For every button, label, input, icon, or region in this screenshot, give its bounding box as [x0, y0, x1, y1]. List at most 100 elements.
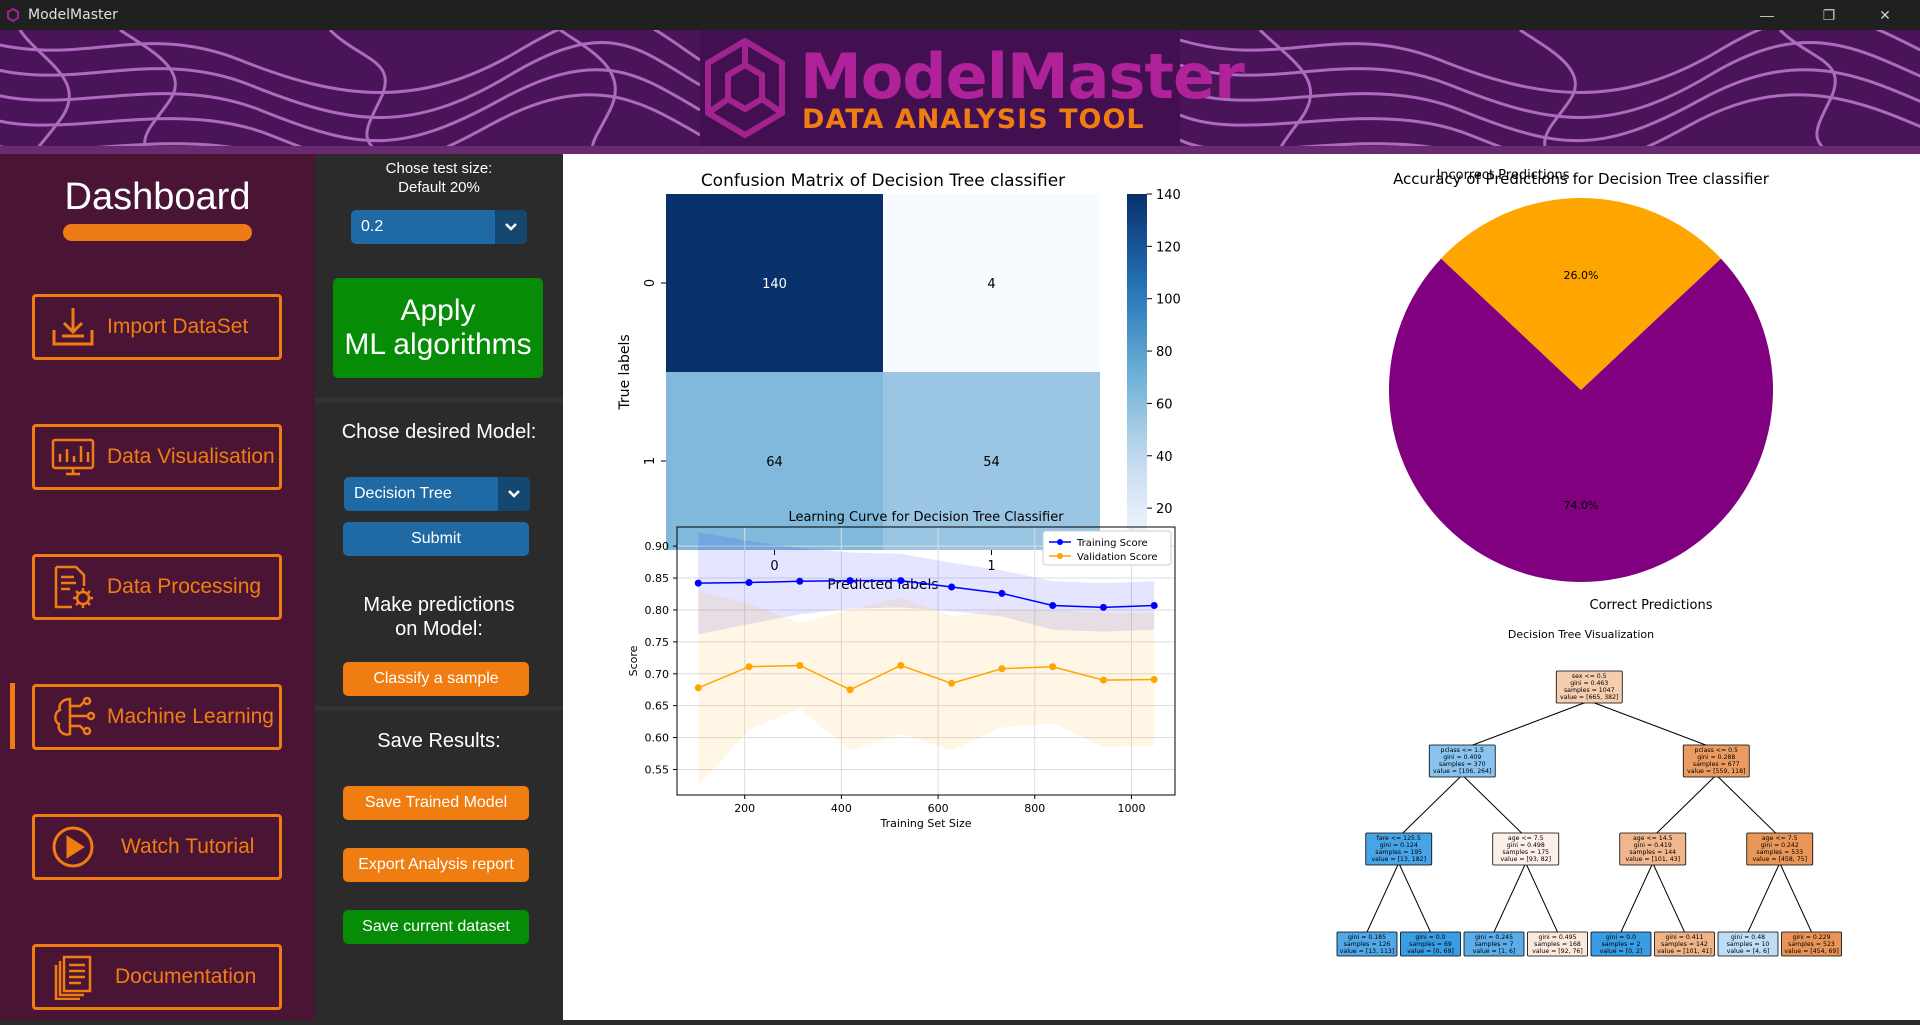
data-point — [1150, 676, 1158, 684]
data-point — [998, 589, 1006, 597]
tree-node-text: value = [1, 6] — [1473, 948, 1516, 955]
tree-edge — [1652, 862, 1685, 933]
nav-documentation-button[interactable]: Documentation — [32, 944, 282, 1010]
tree-node-text: samples = 175 — [1502, 849, 1549, 856]
tree-node-text: gini = 0.245 — [1475, 934, 1513, 941]
y-tick-label: 1 — [643, 457, 658, 465]
app-banner: ModelMaster DATA ANALYSIS TOOL — [0, 30, 1920, 150]
tree-node-text: value = [0, 69] — [1407, 948, 1454, 955]
legend-label: Training Score — [1076, 538, 1148, 549]
pie-pct-label: 74.0% — [1564, 499, 1599, 512]
colorbar-tick-label: 140 — [1156, 188, 1181, 203]
tree-edge — [1366, 862, 1400, 933]
tree-node-text: gini = 0.242 — [1761, 842, 1799, 849]
tree-node-text: gini = 0.463 — [1570, 680, 1608, 687]
tree-node-text: gini = 0.411 — [1665, 934, 1703, 941]
data-point — [745, 579, 753, 587]
save-trained-model-button[interactable]: Save Trained Model — [343, 786, 529, 820]
tree-node-text: samples = 523 — [1788, 941, 1835, 948]
x-tick-label: 1000 — [1117, 802, 1145, 815]
y-tick-label: 0 — [643, 279, 658, 287]
x-tick-label: 600 — [928, 802, 949, 815]
tree-node-text: value = [101, 41] — [1657, 948, 1711, 955]
data-point — [1049, 601, 1057, 609]
colorbar-tick-label: 20 — [1156, 502, 1173, 517]
tree-node-text: gini = 0.185 — [1348, 934, 1386, 941]
chevron-down-icon[interactable] — [498, 477, 530, 511]
tree-edge — [1525, 862, 1558, 933]
save-results-label: Save Results: — [377, 730, 501, 752]
data-point — [694, 579, 702, 587]
close-window-button[interactable]: ✕ — [1862, 0, 1908, 30]
decision-tree-chart: Decision Tree Visualizationsex <= 0.5gin… — [1336, 628, 1842, 957]
y-tick-label: 0.65 — [645, 700, 670, 713]
tree-node-text: value = [93, 82] — [1500, 856, 1551, 863]
apply-label-line1: Apply — [400, 294, 476, 327]
import-icon — [49, 303, 97, 351]
y-axis-label: Score — [627, 645, 640, 676]
y-tick-label: 0.60 — [645, 732, 670, 745]
y-tick-label: 0.75 — [645, 636, 670, 649]
nav-machine-learning-button[interactable]: Machine Learning — [32, 684, 282, 750]
decision-tree-title: Decision Tree Visualization — [1508, 628, 1654, 641]
brain-circuit-icon — [49, 693, 97, 741]
data-point — [846, 686, 854, 694]
x-axis-label: Training Set Size — [879, 817, 971, 830]
tree-node-text: sex <= 0.5 — [1572, 673, 1607, 680]
documents-icon — [49, 953, 97, 1001]
nav-label-watch-tutorial: Watch Tutorial — [121, 835, 255, 858]
dashboard-underline — [63, 224, 252, 241]
tree-node-text: samples = 7 — [1475, 941, 1514, 948]
tree-node-text: gini = 0.288 — [1697, 754, 1735, 761]
tree-edge — [1493, 862, 1527, 933]
nav-label-import-dataset: Import DataSet — [107, 315, 249, 338]
tree-node-text: value = [0, 2] — [1600, 948, 1643, 955]
save-current-dataset-button[interactable]: Save current dataset — [343, 910, 529, 944]
nav-data-processing-button[interactable]: Data Processing — [32, 554, 282, 620]
nav-import-dataset-button[interactable]: Import DataSet — [32, 294, 282, 360]
tree-node-text: samples = 69 — [1409, 941, 1452, 948]
play-circle-icon — [49, 823, 97, 871]
panel-separator — [315, 398, 563, 403]
submit-button[interactable]: Submit — [343, 522, 529, 556]
tree-edge — [1461, 774, 1527, 838]
model-combobox[interactable]: Decision Tree — [344, 477, 530, 511]
tree-node-text: value = [13, 182] — [1372, 856, 1426, 863]
dashboard-title: Dashboard — [64, 176, 251, 218]
submit-label: Submit — [411, 530, 461, 547]
classify-sample-button[interactable]: Classify a sample — [343, 662, 529, 696]
tree-node-text: samples = 126 — [1344, 941, 1391, 948]
tree-node-text: samples = 144 — [1629, 849, 1676, 856]
y-tick-label: 0.90 — [645, 540, 670, 553]
nav-label-machine-learning: Machine Learning — [107, 705, 274, 728]
tree-node-text: value = [13, 113] — [1340, 948, 1394, 955]
apply-ml-algorithms-button[interactable]: Apply ML algorithms — [333, 278, 543, 378]
export-label: Export Analysis report — [358, 856, 514, 873]
heatmap-cell-label: 64 — [766, 455, 783, 470]
tree-node-text: pclass <= 0.5 — [1695, 747, 1738, 754]
save-model-label: Save Trained Model — [364, 794, 508, 811]
tree-node-text: samples = 168 — [1534, 941, 1581, 948]
banner-divider — [0, 146, 1920, 154]
test-size-combobox[interactable]: 0.2 — [351, 210, 527, 244]
test-size-value: 0.2 — [361, 218, 384, 235]
nav-data-visualisation-button[interactable]: Data Visualisation — [32, 424, 282, 490]
predict-label: Make predictions — [363, 594, 515, 616]
tree-node-text: value = [458, 75] — [1753, 856, 1807, 863]
minimize-button[interactable]: — — [1744, 0, 1790, 30]
x-tick-label: 400 — [831, 802, 852, 815]
x-tick-label: 200 — [734, 802, 755, 815]
export-analysis-report-button[interactable]: Export Analysis report — [343, 848, 529, 882]
y-tick-label: 0.70 — [645, 668, 670, 681]
data-point — [846, 577, 854, 585]
tree-node-text: gini = 0.48 — [1731, 934, 1765, 941]
nav-watch-tutorial-button[interactable]: Watch Tutorial — [32, 814, 282, 880]
restore-button[interactable]: ❐ — [1806, 0, 1852, 30]
tree-node-text: gini = 0.229 — [1792, 934, 1830, 941]
app-logo-icon — [7, 8, 19, 22]
tree-node-text: samples = 142 — [1661, 941, 1708, 948]
y-axis-label: True labels — [617, 334, 633, 410]
tree-node-text: gini = 0.409 — [1443, 754, 1481, 761]
chevron-down-icon[interactable] — [495, 210, 527, 244]
heatmap-cell-label: 54 — [983, 455, 1000, 470]
